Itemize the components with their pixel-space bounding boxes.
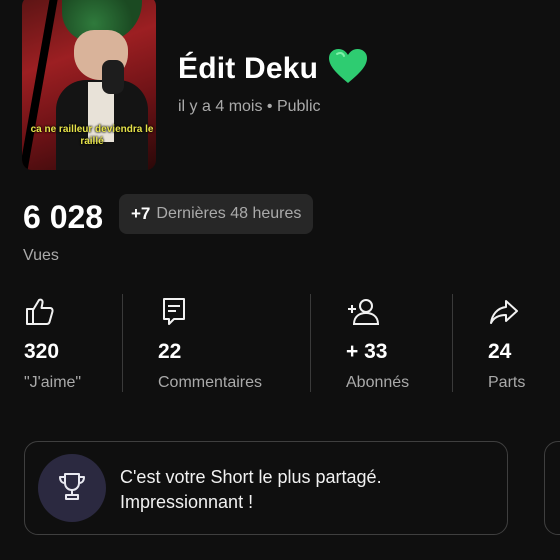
views-delta: +7	[131, 204, 151, 223]
video-meta: il y a 4 mois • Public	[178, 98, 321, 115]
stat-divider	[452, 294, 453, 392]
thumbnail-caption: ca ne railleur deviendra le raillé	[30, 124, 154, 147]
views-label: Vues	[23, 247, 59, 264]
views-delta-badge: +7 Dernières 48 heures	[119, 194, 314, 234]
stat-divider	[122, 294, 123, 392]
share-icon	[488, 296, 520, 328]
insight-card[interactable]: C'est votre Short le plus partagé. Impre…	[24, 441, 508, 535]
stat-shares: 24 Parts	[488, 296, 525, 392]
green-heart-icon	[328, 48, 368, 89]
views-count: 6 028	[23, 199, 104, 235]
comment-icon	[158, 296, 190, 328]
insight-card-next[interactable]	[544, 441, 560, 535]
trophy-badge	[38, 454, 106, 522]
trophy-icon	[57, 471, 87, 506]
title-row: Édit Deku	[178, 48, 368, 89]
insight-line2: Impressionnant !	[120, 492, 254, 512]
insight-text: C'est votre Short le plus partagé. Impre…	[120, 465, 382, 515]
insight-line1: C'est votre Short le plus partagé.	[120, 467, 382, 487]
stat-shares-value: 24	[488, 340, 512, 363]
stat-subscribers-value: + 33	[346, 340, 388, 363]
video-thumbnail[interactable]: ca ne railleur deviendra le raillé	[22, 0, 156, 170]
thumbnail-glove	[102, 60, 124, 94]
add-person-icon	[346, 296, 380, 328]
video-title: Édit Deku	[178, 51, 319, 85]
stat-likes-label: "J'aime"	[24, 374, 82, 391]
stat-likes: 320 "J'aime"	[24, 296, 81, 392]
stat-comments: 22 Commentaires	[158, 296, 262, 392]
stat-divider	[310, 294, 311, 392]
thumbs-up-icon	[24, 296, 56, 328]
stat-comments-value: 22	[158, 340, 182, 363]
stat-subscribers: + 33 Abonnés	[346, 296, 409, 392]
stat-comments-label: Commentaires	[158, 374, 263, 391]
stat-subscribers-label: Abonnés	[346, 374, 410, 391]
stat-shares-label: Parts	[488, 374, 526, 391]
views-delta-label: Dernières 48 heures	[156, 205, 302, 222]
stat-likes-value: 320	[24, 340, 60, 363]
